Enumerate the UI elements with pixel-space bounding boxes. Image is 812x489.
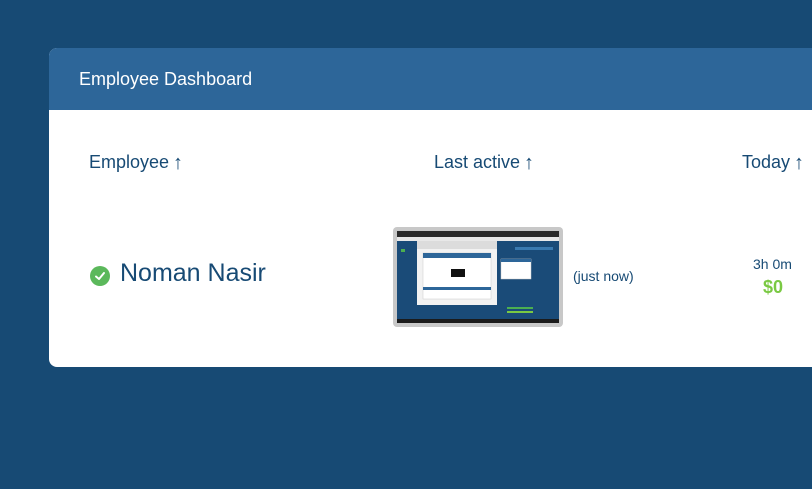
column-header-today-label: Today	[742, 152, 791, 172]
sort-arrow-up-icon: ↑	[524, 151, 535, 174]
column-header-employee-label: Employee	[89, 152, 170, 172]
sort-arrow-up-icon: ↑	[173, 151, 184, 174]
card-header: Employee Dashboard	[49, 48, 812, 110]
employee-name[interactable]: Noman Nasir	[120, 259, 266, 288]
online-check-icon	[90, 266, 110, 286]
last-active-time: (just now)	[573, 268, 634, 284]
screenshot-thumbnail[interactable]	[393, 227, 563, 327]
page-title: Employee Dashboard	[79, 68, 253, 89]
today-hours: 3h 0m	[753, 256, 792, 272]
dashboard-card: Employee Dashboard Employee ↑ Last activ…	[49, 48, 812, 367]
sort-arrow-up-icon: ↑	[794, 151, 805, 174]
column-header-last-active-label: Last active	[434, 152, 521, 172]
column-header-last-active[interactable]: Last active ↑	[434, 152, 534, 173]
column-header-today[interactable]: Today ↑	[742, 152, 804, 173]
today-amount: $0	[763, 277, 784, 297]
column-header-employee[interactable]: Employee ↑	[89, 152, 183, 173]
